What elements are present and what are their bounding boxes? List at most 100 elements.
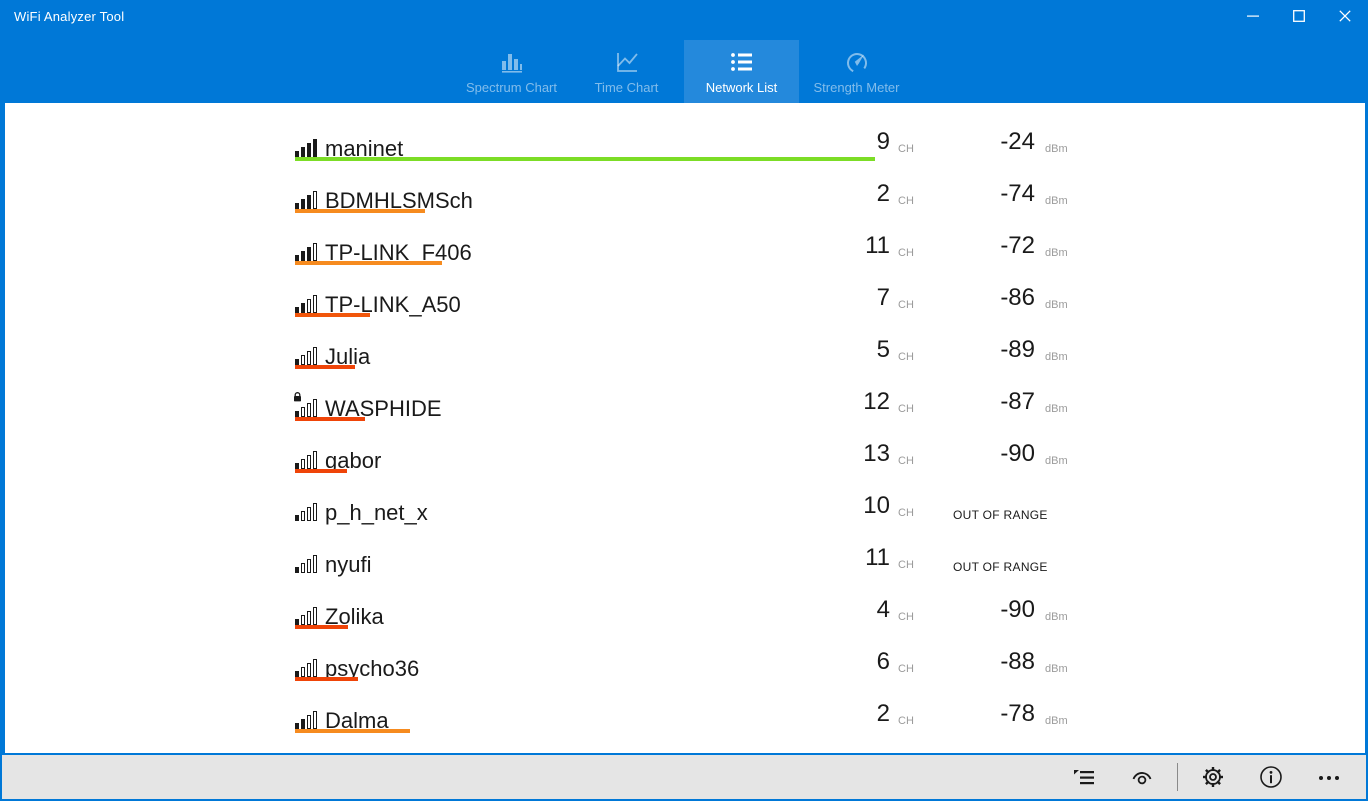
- channel-number: 2: [760, 180, 890, 208]
- channel-unit-label: CH: [898, 507, 914, 519]
- minimize-icon: [1247, 10, 1259, 22]
- tab-spectrum-chart[interactable]: Spectrum Chart: [454, 40, 569, 103]
- signal-strength-icon: [295, 711, 317, 729]
- bar-chart-icon: [499, 47, 525, 77]
- settings-button[interactable]: [1184, 755, 1242, 799]
- signal-unit-label: dBm: [1045, 351, 1068, 363]
- network-name: nyufi: [325, 553, 371, 577]
- signal-underline: [295, 209, 425, 213]
- network-row[interactable]: Dalma 2 CH -78 dBm: [5, 689, 1365, 741]
- lock-icon: [293, 389, 302, 407]
- network-row[interactable]: nyufi 11 CH OUT OF RANGE: [5, 533, 1365, 585]
- maximize-button[interactable]: [1276, 0, 1322, 32]
- signal-strength-icon: [295, 607, 317, 625]
- tab-label: Time Chart: [595, 80, 659, 95]
- signal-value: -90: [905, 440, 1035, 468]
- network-row[interactable]: WASPHIDE 12 CH -87 dBm: [5, 377, 1365, 429]
- network-row[interactable]: psycho36 6 CH -88 dBm: [5, 637, 1365, 689]
- more-button[interactable]: [1300, 755, 1358, 799]
- tab-network-list[interactable]: Network List: [684, 40, 799, 103]
- signal-strength-icon: [295, 191, 317, 209]
- signal-strength-icon: [295, 451, 317, 469]
- signal-underline: [295, 625, 348, 629]
- network-row[interactable]: Julia 5 CH -89 dBm: [5, 325, 1365, 377]
- signal-strength-icon: [295, 243, 317, 261]
- window-title: WiFi Analyzer Tool: [0, 9, 124, 24]
- signal-value: -90: [905, 596, 1035, 624]
- channel-number: 5: [760, 336, 890, 364]
- scan-icon: [1128, 763, 1156, 791]
- scan-button[interactable]: [1113, 755, 1171, 799]
- channel-number: 10: [760, 492, 890, 520]
- signal-value: -86: [905, 284, 1035, 312]
- network-row[interactable]: BDMHLSMSch 2 CH -74 dBm: [5, 169, 1365, 221]
- channel-number: 2: [760, 700, 890, 728]
- command-bar: [2, 755, 1366, 799]
- signal-unit-label: dBm: [1045, 611, 1068, 623]
- more-icon: [1315, 763, 1343, 791]
- signal-value: -89: [905, 336, 1035, 364]
- channel-number: 11: [760, 544, 890, 572]
- network-list-panel: maninet 9 CH -24 dBm BDMHLSMSch 2 CH -74: [5, 103, 1365, 753]
- close-button[interactable]: [1322, 0, 1368, 32]
- minimize-button[interactable]: [1230, 0, 1276, 32]
- channel-number: 11: [760, 232, 890, 260]
- tab-strip: Spectrum Chart Time Chart Network List: [0, 32, 1368, 103]
- signal-strength-icon: [295, 347, 317, 365]
- gauge-icon: [844, 47, 870, 77]
- line-chart-icon: [614, 47, 640, 77]
- network-row[interactable]: p_h_net_x 10 CH OUT OF RANGE: [5, 481, 1365, 533]
- signal-unit-label: dBm: [1045, 403, 1068, 415]
- network-row[interactable]: gabor 13 CH -90 dBm: [5, 429, 1365, 481]
- signal-unit-label: dBm: [1045, 715, 1068, 727]
- network-row[interactable]: Zolika 4 CH -90 dBm: [5, 585, 1365, 637]
- jump-list-icon: [1070, 763, 1098, 791]
- tab-strength-meter[interactable]: Strength Meter: [799, 40, 914, 103]
- signal-value: -88: [905, 648, 1035, 676]
- signal-value: -74: [905, 180, 1035, 208]
- maximize-icon: [1293, 10, 1305, 22]
- window-controls: [1230, 0, 1368, 32]
- signal-strength-icon: [295, 555, 317, 573]
- info-icon: [1257, 763, 1285, 791]
- network-row[interactable]: TP-LINK_A50 7 CH -86 dBm: [5, 273, 1365, 325]
- signal-strength-icon: [295, 503, 317, 521]
- signal-strength-icon: [295, 295, 317, 313]
- signal-underline: [295, 469, 347, 473]
- list-icon: [729, 47, 755, 77]
- jump-list-button[interactable]: [1055, 755, 1113, 799]
- channel-number: 4: [760, 596, 890, 624]
- signal-unit-label: dBm: [1045, 143, 1068, 155]
- network-list: maninet 9 CH -24 dBm BDMHLSMSch 2 CH -74: [5, 103, 1365, 741]
- signal-underline: [295, 677, 358, 681]
- out-of-range-label: OUT OF RANGE: [953, 508, 1048, 522]
- signal-unit-label: dBm: [1045, 195, 1068, 207]
- signal-underline: [295, 157, 875, 161]
- signal-underline: [295, 729, 410, 733]
- signal-unit-label: dBm: [1045, 663, 1068, 675]
- signal-strength-icon: [295, 139, 317, 157]
- signal-underline: [295, 417, 365, 421]
- tab-label: Strength Meter: [814, 80, 900, 95]
- tab-label: Spectrum Chart: [466, 80, 557, 95]
- out-of-range-label: OUT OF RANGE: [953, 560, 1048, 574]
- close-icon: [1339, 10, 1351, 22]
- signal-strength-icon: [295, 659, 317, 677]
- title-bar: WiFi Analyzer Tool: [0, 0, 1368, 32]
- wifi-analyzer-window: WiFi Analyzer Tool Spectrum Chart: [0, 0, 1368, 801]
- signal-value: -72: [905, 232, 1035, 260]
- tab-time-chart[interactable]: Time Chart: [569, 40, 684, 103]
- channel-number: 9: [760, 128, 890, 156]
- channel-number: 12: [760, 388, 890, 416]
- network-row[interactable]: maninet 9 CH -24 dBm: [5, 117, 1365, 169]
- signal-underline: [295, 365, 355, 369]
- signal-unit-label: dBm: [1045, 247, 1068, 259]
- channel-unit-label: CH: [898, 559, 914, 571]
- tab-label: Network List: [706, 80, 778, 95]
- signal-underline: [295, 313, 370, 317]
- signal-unit-label: dBm: [1045, 455, 1068, 467]
- channel-number: 6: [760, 648, 890, 676]
- signal-strength-icon: [295, 399, 317, 417]
- network-row[interactable]: TP-LINK_F406 11 CH -72 dBm: [5, 221, 1365, 273]
- info-button[interactable]: [1242, 755, 1300, 799]
